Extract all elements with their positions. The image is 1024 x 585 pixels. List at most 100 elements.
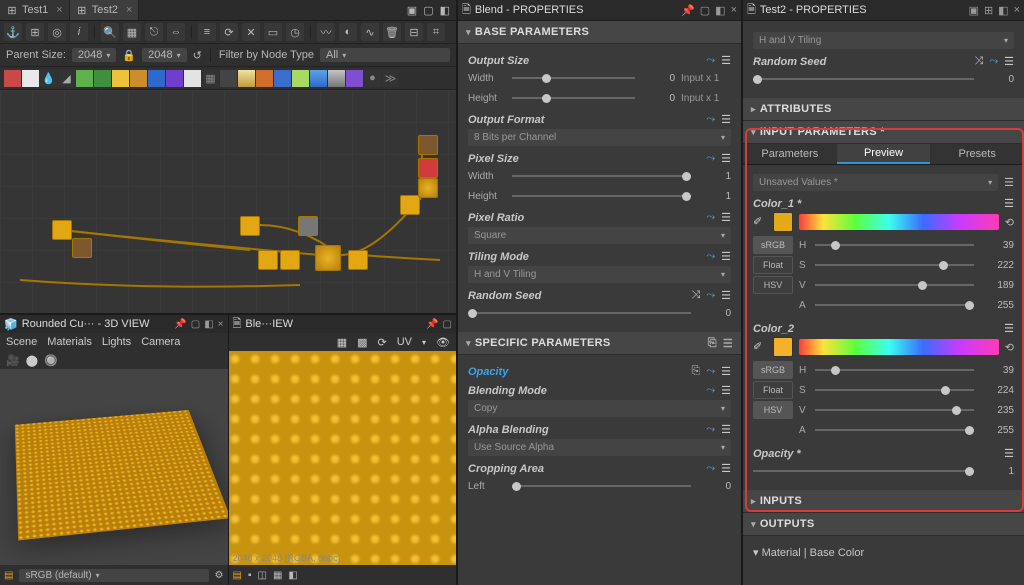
lock-icon[interactable]: 🔒 — [122, 49, 136, 62]
type-noise-icon[interactable] — [238, 70, 255, 87]
type-cone-icon[interactable] — [328, 70, 345, 87]
outputs-header[interactable]: ▾OUTPUTS — [743, 513, 1024, 536]
subtab-parameters[interactable]: Parameters — [743, 144, 837, 164]
inputs-header[interactable]: ▸INPUTS — [743, 490, 1024, 513]
close-icon[interactable]: × — [56, 4, 62, 16]
format-dropdown[interactable]: 8 Bits per Channel▾ — [468, 129, 731, 146]
light-icon[interactable]: 🔘 — [44, 354, 58, 367]
max-icon[interactable]: ▢ — [700, 4, 710, 17]
height-slider[interactable] — [512, 93, 635, 103]
tool-wave-icon[interactable]: 〰 — [317, 23, 335, 41]
dock-icon[interactable]: ◧ — [998, 4, 1008, 17]
graph-node[interactable] — [52, 220, 72, 240]
srgb-button[interactable]: sRGB — [753, 236, 793, 254]
tool-crop-icon[interactable]: ⌗ — [427, 23, 445, 41]
link-icon[interactable]: ⤳ — [706, 250, 715, 263]
type-filter2-icon[interactable] — [94, 70, 111, 87]
graph-node[interactable] — [418, 135, 438, 155]
graph-node[interactable] — [348, 250, 368, 270]
tool-grid-icon[interactable]: ⊟ — [405, 23, 423, 41]
tiling-dropdown2[interactable]: H and V Tiling▾ — [753, 32, 1014, 49]
tool-info-icon[interactable]: i — [70, 23, 88, 41]
link-icon[interactable]: ⤳ — [706, 365, 715, 378]
ps-width-slider[interactable] — [512, 171, 691, 181]
pin-icon[interactable]: ▣ — [407, 4, 417, 17]
menu-icon[interactable]: ☰ — [1004, 197, 1014, 210]
float-button[interactable]: Float — [753, 256, 793, 274]
eye-icon[interactable]: 👁 — [436, 336, 450, 349]
link-icon[interactable]: ⤳ — [706, 462, 715, 475]
crop-left-slider[interactable] — [512, 481, 691, 491]
c1-a-slider[interactable] — [815, 300, 974, 310]
type-math-icon[interactable] — [148, 70, 165, 87]
specific-parameters-header[interactable]: ▾SPECIFIC PARAMETERS⎘☰ — [458, 332, 741, 355]
values-dropdown[interactable]: Unsaved Values *▾ — [753, 174, 998, 191]
c2-h-slider[interactable] — [815, 365, 974, 375]
max-icon[interactable]: ▢ — [443, 319, 452, 330]
close-icon[interactable]: × — [218, 319, 224, 330]
type-atomic-icon[interactable] — [4, 70, 21, 87]
menu-icon[interactable]: ☰ — [721, 423, 731, 436]
gear-icon[interactable]: ⚙ — [215, 570, 224, 581]
tool-link-icon[interactable]: ⎋ — [145, 23, 163, 41]
menu-scene[interactable]: Scene — [6, 336, 37, 348]
shuffle-icon[interactable]: ⤨ — [692, 289, 701, 302]
link-icon[interactable]: ⤳ — [706, 54, 715, 67]
menu-icon[interactable]: ☰ — [723, 337, 733, 350]
type-fx-icon[interactable] — [166, 70, 183, 87]
tool-align-icon[interactable]: ≡ — [198, 23, 216, 41]
tool-frame-icon[interactable]: ▭ — [264, 23, 282, 41]
tool-mask-icon[interactable]: ◐ — [339, 23, 357, 41]
preview3d-viewport[interactable] — [0, 369, 228, 565]
graph-node[interactable] — [418, 158, 438, 178]
menu-icon[interactable]: ☰ — [1004, 447, 1014, 460]
maximize-icon[interactable]: ▢ — [423, 4, 433, 17]
menu-icon[interactable]: ☰ — [1004, 55, 1014, 68]
c2-a-slider[interactable] — [815, 425, 974, 435]
subtab-preview[interactable]: Preview — [837, 144, 931, 164]
type-output-icon[interactable] — [184, 70, 201, 87]
pin-icon[interactable]: ▣ — [969, 4, 979, 17]
type-misc-icon[interactable] — [220, 70, 237, 87]
grid1-icon[interactable]: ▪ — [248, 570, 252, 581]
tool-camera-icon[interactable]: ◎ — [48, 23, 66, 41]
ps-height-slider[interactable] — [512, 191, 691, 201]
max-icon[interactable]: ⊞ — [984, 4, 993, 17]
tab-test2[interactable]: ⊞ Test2 × — [70, 0, 140, 20]
graph-node[interactable] — [72, 238, 92, 258]
tool-disconnect-icon[interactable]: ✕ — [242, 23, 260, 41]
c2-s-slider[interactable] — [815, 385, 974, 395]
link-icon[interactable]: ⤳ — [706, 113, 715, 126]
grid4-icon[interactable]: ◧ — [288, 570, 297, 581]
copy-icon[interactable]: ⎘ — [708, 337, 717, 350]
type-green-icon[interactable] — [292, 70, 309, 87]
menu-lights[interactable]: Lights — [102, 336, 131, 348]
link-icon[interactable]: ⤳ — [706, 152, 715, 165]
menu-icon[interactable]: ☰ — [721, 211, 731, 224]
graph-node[interactable] — [258, 250, 278, 270]
alpha-icon[interactable]: ▩ — [357, 336, 367, 349]
type-water-icon[interactable]: 💧 — [40, 70, 57, 87]
width-slider[interactable] — [512, 73, 635, 83]
tool-time-icon[interactable]: ◷ — [286, 23, 304, 41]
uv-toggle[interactable]: UV — [397, 336, 412, 348]
menu-icon[interactable]: ☰ — [721, 113, 731, 126]
close-icon[interactable]: × — [731, 4, 737, 17]
layers-icon[interactable]: ▤ — [4, 570, 13, 581]
grid3-icon[interactable]: ▦ — [273, 570, 282, 581]
alpha-dropdown[interactable]: Use Source Alpha▾ — [468, 439, 731, 456]
grid2-icon[interactable]: ◫ — [258, 570, 267, 581]
type-water2-icon[interactable] — [310, 70, 327, 87]
attributes-header[interactable]: ▸ATTRIBUTES — [743, 98, 1024, 121]
tab-test1[interactable]: ⊞ Test1 × — [0, 0, 70, 20]
menu-icon[interactable]: ☰ — [721, 54, 731, 67]
graph-node[interactable] — [400, 195, 420, 215]
preview2d-viewport[interactable]: 2048 x 2048 (RGBA, 8bpc) — [229, 351, 457, 565]
menu-icon[interactable]: ☰ — [721, 384, 731, 397]
type-view-icon[interactable]: ▦ — [202, 70, 219, 87]
tool-hierarchy-icon[interactable]: ⇔ — [167, 23, 185, 41]
link-icon[interactable]: ⤳ — [706, 384, 715, 397]
graph-node[interactable] — [418, 178, 438, 198]
color2-spectrum[interactable] — [799, 339, 999, 355]
graph-node[interactable] — [280, 250, 300, 270]
